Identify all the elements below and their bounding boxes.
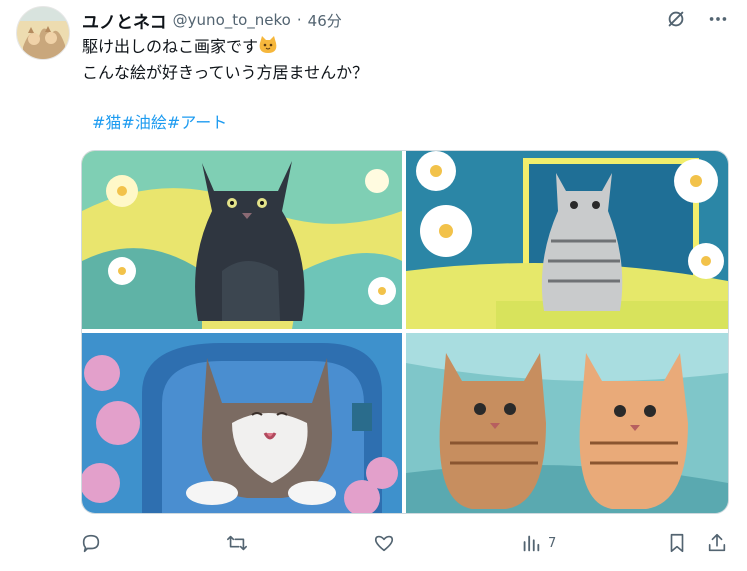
hashtag-cat[interactable]: #猫 <box>92 113 121 132</box>
heart-icon <box>374 535 394 552</box>
post-text: 駆け出しのねこ画家です こんな絵が好きっていう方居ませんか？ <box>82 34 368 86</box>
hashtag-list: #猫#油絵#アート <box>92 110 227 136</box>
display-name[interactable]: ユノとネコ <box>82 8 167 33</box>
post-top-actions <box>663 6 731 32</box>
bookmark-icon <box>670 533 684 553</box>
tabby-window-painting <box>406 151 728 329</box>
media-grid <box>81 150 729 514</box>
views-button[interactable]: 7 <box>520 528 556 558</box>
post-header: ユノとネコ @yuno_to_neko · 46分 <box>82 8 747 33</box>
like-button[interactable] <box>373 528 395 558</box>
more-options-button[interactable] <box>705 6 731 32</box>
media-image-3[interactable] <box>82 333 402 513</box>
repost-icon <box>227 535 247 551</box>
avatar[interactable] <box>16 6 70 60</box>
post-action-bar: 7 <box>80 528 730 558</box>
post-time[interactable]: 46分 <box>308 10 342 31</box>
user-handle[interactable]: @yuno_to_neko <box>173 11 291 29</box>
two-kittens-painting <box>406 333 728 513</box>
media-image-1[interactable] <box>82 151 402 329</box>
black-cat-painting <box>82 151 402 329</box>
post-text-line1-content: 駆け出しのねこ画家です <box>82 37 259 56</box>
post-text-line2: こんな絵が好きっていう方居ませんか？ <box>82 63 369 82</box>
separator-dot: · <box>296 11 302 29</box>
repost-button[interactable] <box>226 528 248 558</box>
avatar-image <box>17 7 69 59</box>
views-count: 7 <box>548 535 557 551</box>
post-text-line1: 駆け出しのねこ画家です <box>82 34 368 60</box>
grok-icon <box>668 11 684 27</box>
share-button[interactable] <box>706 528 728 558</box>
share-icon <box>708 533 726 552</box>
media-image-4[interactable] <box>406 333 728 513</box>
reply-icon <box>82 534 100 553</box>
grok-button[interactable] <box>663 6 689 32</box>
reply-button[interactable] <box>80 528 102 558</box>
hashtag-art[interactable]: #アート <box>167 113 227 132</box>
bookmark-button[interactable] <box>666 528 688 558</box>
hashtag-oil-painting[interactable]: #油絵 <box>121 113 166 132</box>
cat-face-emoji-icon <box>259 36 277 53</box>
media-image-2[interactable] <box>406 151 728 329</box>
more-icon <box>709 17 727 21</box>
views-icon <box>523 535 540 552</box>
cat-in-window-painting <box>82 333 402 513</box>
